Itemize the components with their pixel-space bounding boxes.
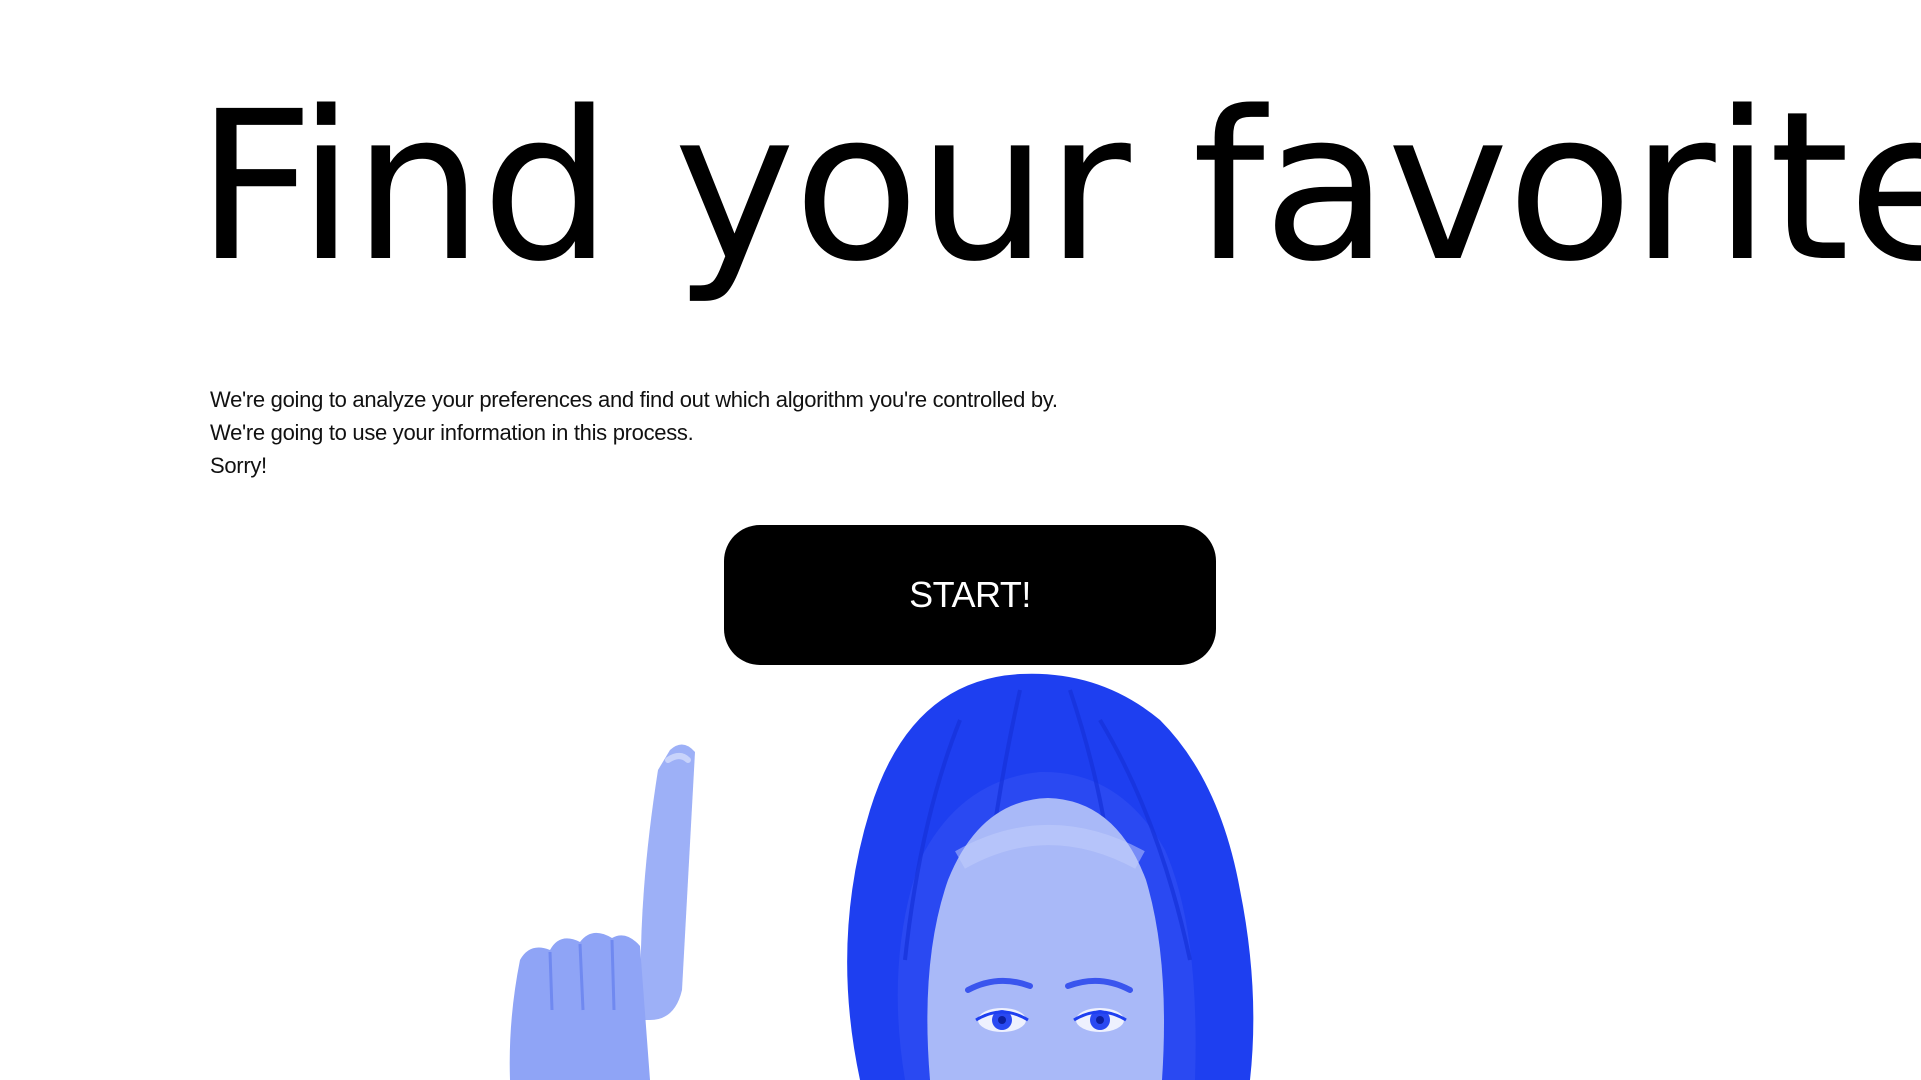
intro-text: We're going to analyze your preferences …: [210, 383, 1210, 482]
woman-pointing-illustration: [509, 673, 1254, 1080]
intro-line-3: Sorry!: [210, 453, 267, 478]
start-button[interactable]: START!: [724, 525, 1216, 665]
page-title: Find your favorite: [196, 67, 1921, 307]
pointing-hand-icon: [509, 744, 695, 1080]
intro-line-1: We're going to analyze your preferences …: [210, 387, 1058, 412]
intro-line-2: We're going to use your information in t…: [210, 420, 694, 445]
landing-page: Find your favorite We're going to analyz…: [0, 0, 1921, 1080]
